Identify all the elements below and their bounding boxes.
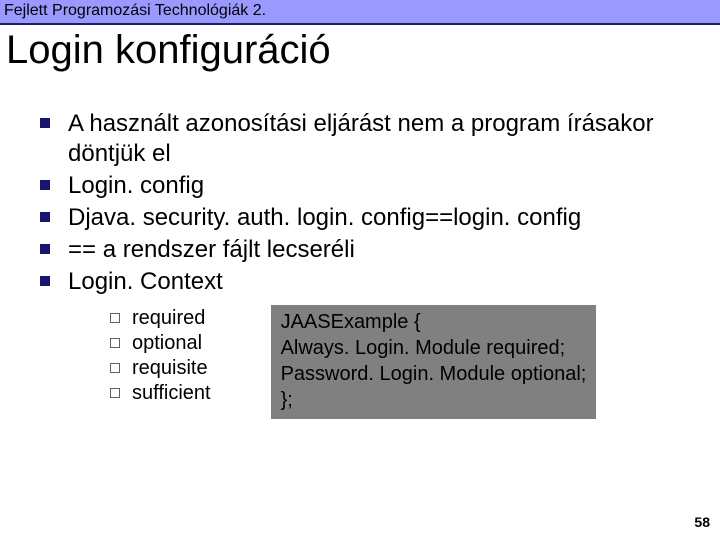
header-text: Fejlett Programozási Technológiák 2. [4,2,266,19]
bullet-square-icon [40,244,50,254]
sub-bullet-list: required optional requisite sufficient [110,305,211,407]
main-bullet-list: A használt azonosítási eljárást nem a pr… [0,85,720,419]
page-number: 58 [694,514,710,530]
bullet-square-icon [40,212,50,222]
sub-bullet-text: required [132,307,205,330]
bullet-hollow-square-icon [110,338,120,348]
sub-bullet-text: sufficient [132,382,211,405]
header-bar: Fejlett Programozási Technológiák 2. [0,0,720,25]
list-item: Login. config [40,171,680,201]
list-item: Login. Context [40,267,680,297]
list-item: sufficient [110,382,211,405]
lower-row: required optional requisite sufficient J… [40,299,680,419]
bullet-text: Login. config [68,171,204,201]
bullet-hollow-square-icon [110,388,120,398]
bullet-hollow-square-icon [110,363,120,373]
bullet-text: A használt azonosítási eljárást nem a pr… [68,109,680,169]
sub-bullet-text: optional [132,332,202,355]
bullet-text: == a rendszer fájlt lecseréli [68,235,355,265]
list-item: requisite [110,357,211,380]
bullet-text: Login. Context [68,267,223,297]
sub-bullet-text: requisite [132,357,208,380]
code-block: JAASExample { Always. Login. Module requ… [271,305,597,419]
bullet-square-icon [40,180,50,190]
bullet-square-icon [40,276,50,286]
list-item: A használt azonosítási eljárást nem a pr… [40,109,680,169]
bullet-hollow-square-icon [110,313,120,323]
list-item: Djava. security. auth. login. config==lo… [40,203,680,233]
bullet-square-icon [40,118,50,128]
slide-title: Login konfiguráció [0,25,720,85]
list-item: == a rendszer fájlt lecseréli [40,235,680,265]
bullet-text: Djava. security. auth. login. config==lo… [68,203,581,233]
list-item: optional [110,332,211,355]
list-item: required [110,307,211,330]
